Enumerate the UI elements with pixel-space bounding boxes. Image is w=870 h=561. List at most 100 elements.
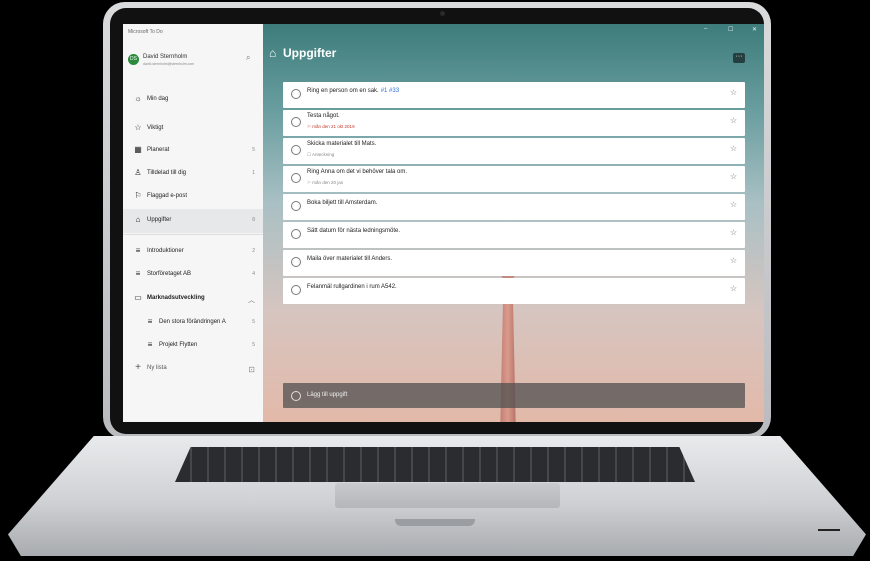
group-icon: ▭ [134, 293, 142, 302]
complete-task-checkbox[interactable] [291, 229, 301, 239]
search-icon[interactable]: ⌕ [246, 53, 250, 63]
task-meta: ⚐ mån den 21 okt 2019 [307, 124, 355, 129]
new-list-button[interactable]: + Ny lista ⊡ [123, 357, 263, 381]
sidebar-list-projekt-flytten[interactable]: ≡ Projekt Flytten 5 [123, 334, 263, 358]
sidebar-item-planned-icon: ▦ [134, 145, 142, 154]
chevron-up-icon[interactable]: ︿ [248, 295, 255, 305]
close-icon[interactable]: ✕ [752, 26, 757, 33]
profile-name: David Sternholm [143, 54, 188, 60]
task-row[interactable]: Sätt datum för nästa ledningsmöte. ☆ [283, 222, 745, 248]
task-tag[interactable]: #1 #33 [381, 88, 399, 94]
complete-task-checkbox[interactable] [291, 173, 301, 183]
task-title-text: Ring Anna om det vi behöver tala om. [307, 169, 408, 175]
star-icon[interactable]: ☆ [730, 200, 737, 209]
sidebar-item-tasks-count: 8 [252, 217, 255, 223]
sidebar-list-den-stora-forandringen-count: 5 [252, 319, 255, 325]
sidebar-item-tasks-label: Uppgifter [147, 217, 172, 223]
avatar: DS [128, 54, 139, 65]
complete-task-checkbox[interactable] [291, 89, 301, 99]
sidebar-list-storforetaget-label: Storföretaget AB [147, 271, 192, 277]
task-title-text: Felanmäl rullgardinen i rum A542. [307, 284, 397, 290]
sidebar-item-planned-count: 5 [252, 147, 255, 153]
task-row[interactable]: Maila över materialet till Anders. ☆ [283, 250, 745, 276]
new-list-label: Ny lista [147, 365, 167, 371]
lid-notch [395, 519, 475, 526]
task-title: Maila över materialet till Anders. [307, 256, 392, 262]
task-title: Sätt datum för nästa ledningsmöte. [307, 228, 400, 234]
complete-task-checkbox[interactable] [291, 145, 301, 155]
task-row[interactable]: Skicka materialet till Mats. ☐ Anteckning… [283, 138, 745, 164]
keyboard [175, 447, 695, 482]
star-icon[interactable]: ☆ [730, 88, 737, 97]
task-list: Ring en person om en sak. #1 #33 ☆ Testa nå… [283, 82, 745, 306]
task-row[interactable]: Ring Anna om det vi behöver tala om. ⚐ må… [283, 166, 745, 192]
sidebar-list-den-stora-forandringen[interactable]: ≡ Den stora förändringen A 5 [123, 311, 263, 335]
sidebar-list-introductions-count: 2 [252, 248, 255, 254]
star-icon[interactable]: ☆ [730, 144, 737, 153]
complete-task-checkbox[interactable] [291, 117, 301, 127]
sidebar-item-my-day-label: Min dag [147, 96, 169, 102]
task-row[interactable]: Testa något. ⚐ mån den 21 okt 2019 ☆ [283, 110, 745, 136]
star-icon[interactable]: ☆ [730, 256, 737, 265]
sidebar-item-assigned-to-me-label: Tilldelad till dig [147, 170, 187, 176]
sidebar-group-marknadsutveckling[interactable]: ▭ Marknadsutveckling ︿ [123, 287, 263, 311]
task-row[interactable]: Ring en person om en sak. #1 #33 ☆ [283, 82, 745, 108]
complete-task-checkbox[interactable] [291, 257, 301, 267]
more-options-button[interactable]: ··· [733, 53, 745, 63]
home-icon: ⌂ [269, 46, 277, 60]
sidebar-list-storforetaget-count: 4 [252, 271, 255, 277]
screen: Microsoft To Do DS David Sternholm david… [123, 24, 764, 422]
task-title: Boka biljett till Amsterdam. [307, 200, 377, 206]
complete-task-checkbox[interactable] [291, 285, 301, 295]
sidebar-item-my-day[interactable]: ☼ Min dag [123, 88, 263, 112]
sidebar-list-introductions[interactable]: ≡ Introduktioner 2 [123, 240, 263, 264]
task-row[interactable]: Felanmäl rullgardinen i rum A542. ☆ [283, 278, 745, 304]
app-title: Microsoft To Do [128, 29, 163, 35]
task-meta: ☐ Anteckning [307, 152, 335, 157]
page-title: Uppgifter [283, 46, 337, 60]
sidebar-list-introductions-icon: ≡ [135, 246, 141, 255]
star-icon[interactable]: ☆ [730, 116, 737, 125]
sidebar-item-tasks-icon: ⌂ [135, 215, 141, 224]
add-task-circle-icon [291, 391, 301, 401]
sidebar-list-projekt-flytten-icon: ≡ [147, 340, 153, 349]
add-task-label: Lägg till uppgift [307, 392, 348, 398]
minimize-icon[interactable]: – [704, 26, 707, 32]
sidebar-item-important-label: Viktigt [147, 125, 164, 131]
sidebar-item-assigned-to-me-count: 1 [252, 170, 255, 176]
task-title: Felanmäl rullgardinen i rum A542. [307, 284, 397, 290]
maximize-icon[interactable]: ☐ [728, 26, 733, 33]
star-icon[interactable]: ☆ [730, 284, 737, 293]
sidebar-item-my-day-icon: ☼ [134, 94, 142, 103]
task-title-text: Sätt datum för nästa ledningsmöte. [307, 228, 401, 234]
status-led [818, 529, 840, 531]
task-title-text: Skicka materialet till Mats. [307, 141, 377, 147]
sidebar-list-den-stora-forandringen-icon: ≡ [147, 317, 153, 326]
sidebar-item-tasks[interactable]: ⌂ Uppgifter 8 [123, 209, 263, 233]
add-task-field[interactable]: Lägg till uppgift [283, 383, 745, 408]
task-title-text: Maila över materialet till Anders. [307, 256, 393, 262]
sidebar-list-storforetaget[interactable]: ≡ Storföretaget AB 4 [123, 263, 263, 287]
task-title-text: Ring en person om en sak. [307, 88, 379, 94]
camera-icon [440, 11, 445, 16]
group-label: Marknadsutveckling [147, 295, 205, 301]
sidebar-item-important-icon: ☆ [134, 123, 142, 132]
profile-email: david.sternholm@sternholm.com [143, 62, 195, 66]
sidebar: Microsoft To Do DS David Sternholm david… [123, 24, 263, 422]
task-meta: ⚐ mån den 20 jan [307, 180, 344, 185]
sidebar-item-planned[interactable]: ▦ Planerat 5 [123, 139, 263, 163]
star-icon[interactable]: ☆ [730, 172, 737, 181]
sidebar-list-projekt-flytten-count: 5 [252, 342, 255, 348]
task-title: Ring Anna om det vi behöver tala om. [307, 169, 407, 175]
sidebar-item-flagged-email[interactable]: ⚐ Flaggad e-post [123, 185, 263, 209]
task-title: Skicka materialet till Mats. [307, 141, 376, 147]
sidebar-list-introductions-label: Introduktioner [147, 248, 184, 254]
task-row[interactable]: Boka biljett till Amsterdam. ☆ [283, 194, 745, 220]
new-group-icon[interactable]: ⊡ [248, 365, 255, 374]
sidebar-list-projekt-flytten-label: Projekt Flytten [159, 342, 198, 348]
profile[interactable]: DS David Sternholm david.sternholm@stern… [128, 53, 260, 70]
star-icon[interactable]: ☆ [730, 228, 737, 237]
sidebar-item-assigned-to-me[interactable]: ♙ Tilldelad till dig 1 [123, 162, 263, 186]
sidebar-item-important[interactable]: ☆ Viktigt [123, 117, 263, 141]
complete-task-checkbox[interactable] [291, 201, 301, 211]
